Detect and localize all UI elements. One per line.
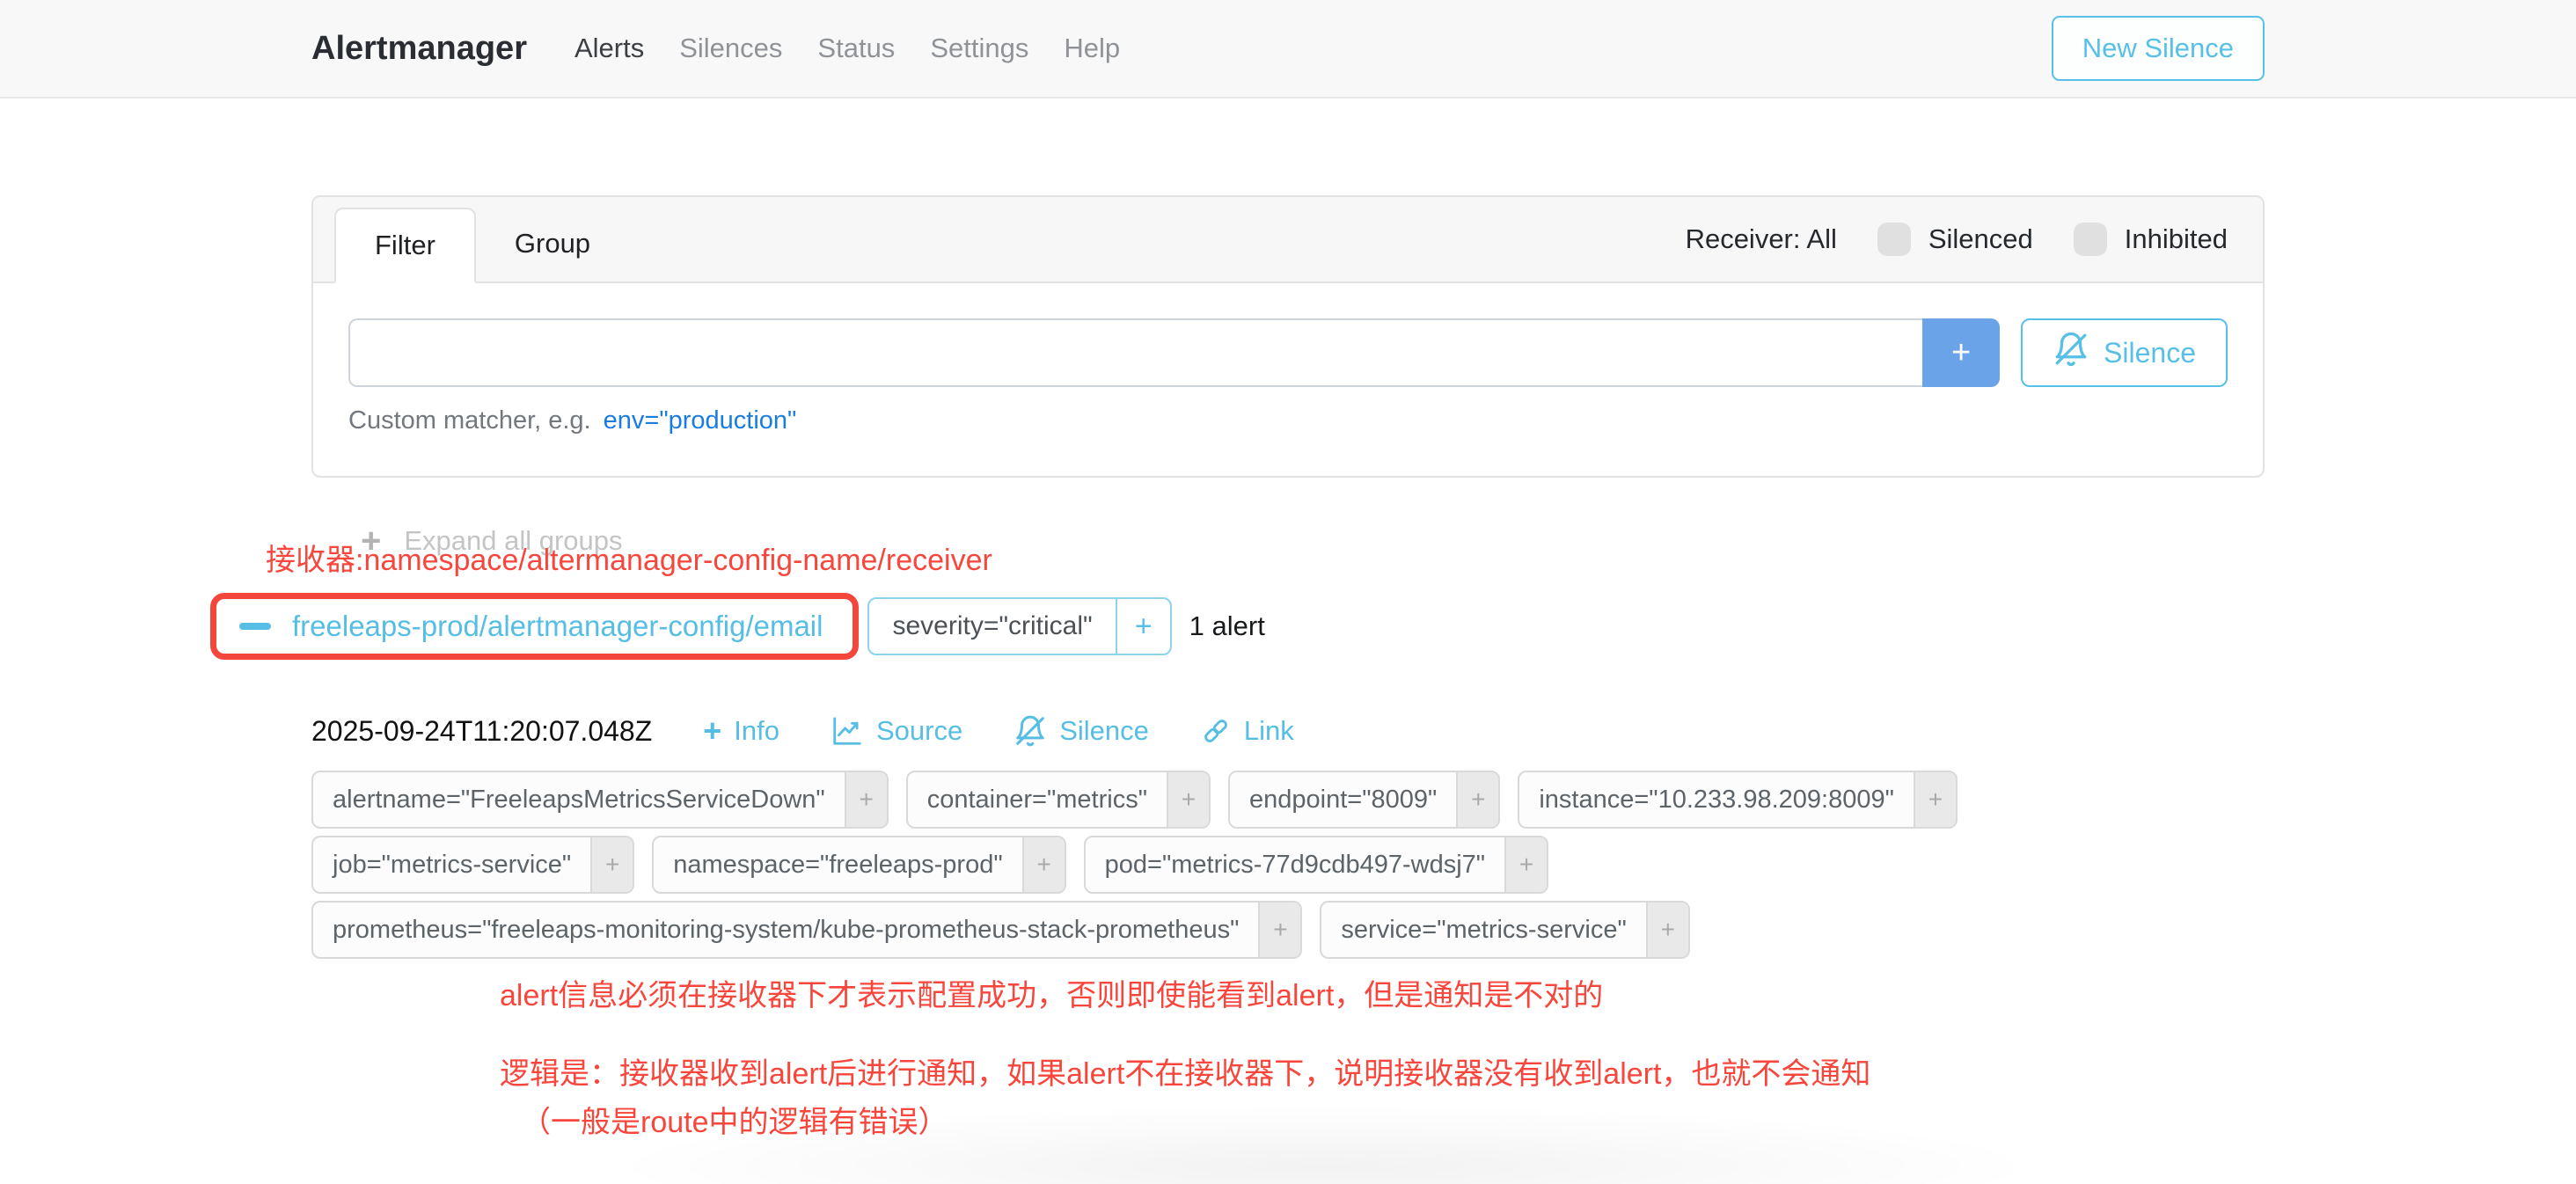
label-tag: alertname="FreeleapsMetricsServiceDown"+	[311, 771, 889, 829]
matcher-example-link[interactable]: env="production"	[604, 406, 797, 435]
info-link[interactable]: + Info	[703, 715, 779, 747]
label-add-button[interactable]: +	[1504, 837, 1547, 892]
inhibited-checkbox-wrap[interactable]: Inhibited	[2074, 223, 2228, 256]
alert-annotation-text: alert信息必须在接收器下才表示配置成功，否则即使能看到alert，但是通知是…	[500, 971, 2265, 1014]
nav-item-settings[interactable]: Settings	[930, 33, 1028, 64]
alert-count-label: 1 alert	[1189, 610, 1265, 642]
tab-group[interactable]: Group	[476, 208, 629, 283]
new-silence-button[interactable]: New Silence	[2052, 16, 2265, 81]
silenced-checkbox-wrap[interactable]: Silenced	[1877, 223, 2033, 256]
inhibited-checkbox[interactable]	[2074, 223, 2107, 256]
label-tag: namespace="freeleaps-prod"+	[652, 836, 1065, 894]
label-tag: pod="metrics-77d9cdb497-wdsj7"+	[1084, 836, 1548, 894]
silenced-checkbox-label: Silenced	[1928, 223, 2033, 255]
label-add-button[interactable]: +	[1022, 837, 1065, 892]
label-add-button[interactable]: +	[1914, 772, 1956, 827]
chart-line-icon	[831, 714, 864, 748]
matcher-input[interactable]	[348, 318, 1922, 387]
nav-item-alerts[interactable]: Alerts	[574, 33, 644, 64]
label-tag: instance="10.233.98.209:8009"+	[1518, 771, 1958, 829]
alert-timestamp: 2025-09-24T11:20:07.048Z	[311, 715, 652, 748]
alert-labels: alertname="FreeleapsMetricsServiceDown"+…	[311, 771, 2053, 959]
filter-card: Filter Group Receiver: All Silenced Inhi…	[311, 195, 2265, 478]
label-add-button[interactable]: +	[1646, 903, 1688, 957]
label-tag: prometheus="freeleaps-monitoring-system/…	[311, 901, 1302, 959]
logic-annotation-line1: 逻辑是：接收器收到alert后进行通知，如果alert不在接收器下，说明接收器没…	[500, 1049, 2265, 1093]
inhibited-checkbox-label: Inhibited	[2125, 223, 2228, 255]
alert-group-row: freeleaps-prod/alertmanager-config/email…	[210, 593, 2163, 660]
filter-card-header: Filter Group Receiver: All Silenced Inhi…	[313, 197, 2263, 283]
minus-icon	[239, 623, 271, 630]
label-add-button[interactable]: +	[1456, 772, 1498, 827]
label-add-button[interactable]: +	[1258, 903, 1300, 957]
group-matcher-chip: severity="critical" +	[867, 597, 1171, 655]
tab-filter[interactable]: Filter	[334, 208, 476, 283]
link-icon	[1200, 715, 1232, 747]
filter-tabs: Filter Group	[334, 208, 629, 283]
nav-item-help[interactable]: Help	[1064, 33, 1120, 64]
receiver-annotation-text: 接收器:namespace/altermanager-config-name/r…	[266, 536, 2219, 579]
matcher-hint: Custom matcher, e.g.env="production"	[348, 406, 2228, 435]
add-matcher-button[interactable]: +	[1922, 318, 2000, 387]
group-matcher-label: severity="critical"	[869, 599, 1115, 654]
nav-item-status[interactable]: Status	[817, 33, 895, 64]
alert-detail: 2025-09-24T11:20:07.048Z + Info Source	[311, 714, 2265, 1141]
label-add-button[interactable]: +	[590, 837, 633, 892]
app-brand[interactable]: Alertmanager	[311, 30, 527, 68]
main-nav: Alerts Silences Status Settings Help	[574, 33, 1120, 64]
silence-link[interactable]: Silence	[1014, 714, 1149, 748]
label-tag: job="metrics-service"+	[311, 836, 634, 894]
label-add-button[interactable]: +	[845, 772, 887, 827]
receiver-group-button[interactable]: freeleaps-prod/alertmanager-config/email	[210, 593, 859, 660]
nav-item-silences[interactable]: Silences	[679, 33, 782, 64]
top-navbar: Alertmanager Alerts Silences Status Sett…	[0, 0, 2576, 99]
label-tag: service="metrics-service"+	[1320, 901, 1689, 959]
bell-slash-icon	[1014, 714, 1047, 748]
logic-annotation-line2: （一般是route中的逻辑有错误）	[521, 1098, 2265, 1141]
receiver-group-label: freeleaps-prod/alertmanager-config/email	[292, 610, 823, 643]
generator-link[interactable]: Link	[1200, 715, 1294, 747]
receiver-selector[interactable]: Receiver: All	[1686, 223, 1837, 255]
group-matcher-add-button[interactable]: +	[1116, 599, 1170, 654]
label-tag: endpoint="8009"+	[1228, 771, 1500, 829]
bell-slash-icon	[2053, 331, 2089, 375]
label-add-button[interactable]: +	[1167, 772, 1209, 827]
plus-icon: +	[703, 715, 721, 747]
silenced-checkbox[interactable]	[1877, 223, 1911, 256]
source-link[interactable]: Source	[831, 714, 962, 748]
label-tag: container="metrics"+	[906, 771, 1211, 829]
filter-card-body: + Silence Custom matcher, e.g.env="produ…	[313, 283, 2263, 476]
silence-filter-button-label: Silence	[2104, 337, 2196, 369]
silence-filter-button[interactable]: Silence	[2021, 318, 2228, 387]
